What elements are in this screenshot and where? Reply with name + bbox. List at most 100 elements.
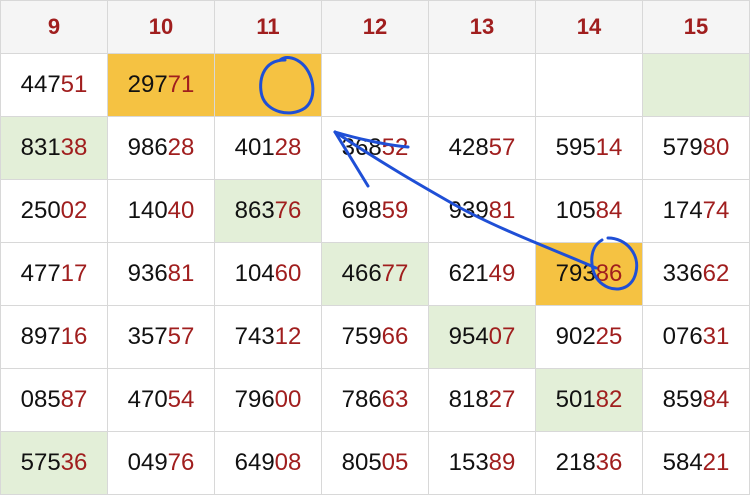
number-tail-digits: 17	[60, 260, 88, 287]
number-cell: 64908	[214, 431, 322, 495]
number-head-digits: 428	[448, 134, 489, 161]
number-head-digits: 936	[127, 260, 168, 287]
number-tail-digits: 12	[274, 323, 302, 350]
number-cell: 57980	[642, 116, 750, 180]
number-cell: 35757	[107, 305, 215, 369]
number-head-digits: 466	[341, 260, 382, 287]
number-cell: 85984	[642, 368, 750, 432]
number-cell: 89716	[0, 305, 108, 369]
table-row: 83138 98628 40128 36852 42857 59514 57980	[0, 116, 750, 180]
number-cell: 74312	[214, 305, 322, 369]
number-cell: 90225	[535, 305, 643, 369]
number-head-digits: 786	[341, 386, 382, 413]
number-tail-digits: 02	[60, 197, 88, 224]
number-tail-digits: 28	[167, 134, 195, 161]
table-row: 47717 93681 10460 46677 62149 79386 33662	[0, 242, 750, 306]
number-cell: 75966	[321, 305, 429, 369]
number-tail-digits: 00	[274, 386, 302, 413]
number-cell: 93681	[107, 242, 215, 306]
number-cell: 79386	[535, 242, 643, 306]
grid-body: 44751 29771 83138 98628 40128 36852 42857 59514…	[0, 53, 750, 495]
column-header: 14	[535, 0, 643, 54]
number-head-digits: 357	[127, 323, 168, 350]
number-tail-digits: 84	[702, 386, 730, 413]
number-cell: 04976	[107, 431, 215, 495]
number-tail-digits: 36	[60, 449, 88, 476]
number-head-digits: 250	[20, 197, 61, 224]
number-tail-digits: 05	[381, 449, 409, 476]
number-head-digits: 859	[662, 386, 703, 413]
number-head-digits: 818	[448, 386, 489, 413]
number-cell	[642, 53, 750, 117]
number-head-digits: 218	[555, 449, 596, 476]
number-cell	[214, 53, 322, 117]
number-tail-digits: 81	[488, 197, 516, 224]
number-head-digits: 174	[662, 197, 703, 224]
number-tail-digits: 76	[274, 197, 302, 224]
number-head-digits: 297	[127, 71, 168, 98]
number-cell: 25002	[0, 179, 108, 243]
number-head-digits: 049	[127, 449, 168, 476]
number-tail-digits: 84	[595, 197, 623, 224]
number-cell: 62149	[428, 242, 536, 306]
number-head-digits: 501	[555, 386, 596, 413]
number-cell: 47054	[107, 368, 215, 432]
column-header-row: 9 10 11 12 13 14 15	[0, 0, 750, 54]
number-cell	[535, 53, 643, 117]
number-head-digits: 939	[448, 197, 489, 224]
number-cell	[321, 53, 429, 117]
number-tail-digits: 59	[381, 197, 409, 224]
number-tail-digits: 27	[488, 386, 516, 413]
number-head-digits: 401	[234, 134, 275, 161]
number-head-digits: 470	[127, 386, 168, 413]
number-tail-digits: 38	[60, 134, 88, 161]
number-head-digits: 902	[555, 323, 596, 350]
number-tail-digits: 49	[488, 260, 516, 287]
table-row: 89716 35757 74312 75966 95407 90225 07631	[0, 305, 750, 369]
number-cell: 21836	[535, 431, 643, 495]
number-head-digits: 368	[341, 134, 382, 161]
number-head-digits: 085	[20, 386, 61, 413]
number-head-digits: 793	[555, 260, 596, 287]
number-tail-digits: 57	[488, 134, 516, 161]
number-cell: 58421	[642, 431, 750, 495]
number-tail-digits: 77	[381, 260, 409, 287]
number-tail-digits: 63	[381, 386, 409, 413]
number-tail-digits: 54	[167, 386, 195, 413]
column-header: 11	[214, 0, 322, 54]
number-cell: 46677	[321, 242, 429, 306]
number-cell: 40128	[214, 116, 322, 180]
number-tail-digits: 57	[167, 323, 195, 350]
number-cell: 69859	[321, 179, 429, 243]
number-cell: 17474	[642, 179, 750, 243]
number-tail-digits: 25	[595, 323, 623, 350]
number-tail-digits: 51	[60, 71, 88, 98]
number-cell: 57536	[0, 431, 108, 495]
number-tail-digits: 80	[702, 134, 730, 161]
number-tail-digits: 76	[167, 449, 195, 476]
number-cell: 95407	[428, 305, 536, 369]
number-head-digits: 954	[448, 323, 489, 350]
number-cell: 42857	[428, 116, 536, 180]
number-cell	[428, 53, 536, 117]
number-head-digits: 575	[20, 449, 61, 476]
column-header: 9	[0, 0, 108, 54]
number-cell: 10584	[535, 179, 643, 243]
number-tail-digits: 66	[381, 323, 409, 350]
column-header: 15	[642, 0, 750, 54]
number-head-digits: 986	[127, 134, 168, 161]
number-head-digits: 447	[20, 71, 61, 98]
number-tail-digits: 87	[60, 386, 88, 413]
number-head-digits: 579	[662, 134, 703, 161]
column-header: 10	[107, 0, 215, 54]
number-cell: 79600	[214, 368, 322, 432]
number-head-digits: 105	[555, 197, 596, 224]
number-tail-digits: 07	[488, 323, 516, 350]
number-head-digits: 805	[341, 449, 382, 476]
number-cell: 44751	[0, 53, 108, 117]
number-tail-digits: 82	[595, 386, 623, 413]
table-row: 57536 04976 64908 80505 15389 21836 58421	[0, 431, 750, 495]
number-tail-digits: 08	[274, 449, 302, 476]
number-tail-digits: 52	[381, 134, 409, 161]
number-cell: 14040	[107, 179, 215, 243]
